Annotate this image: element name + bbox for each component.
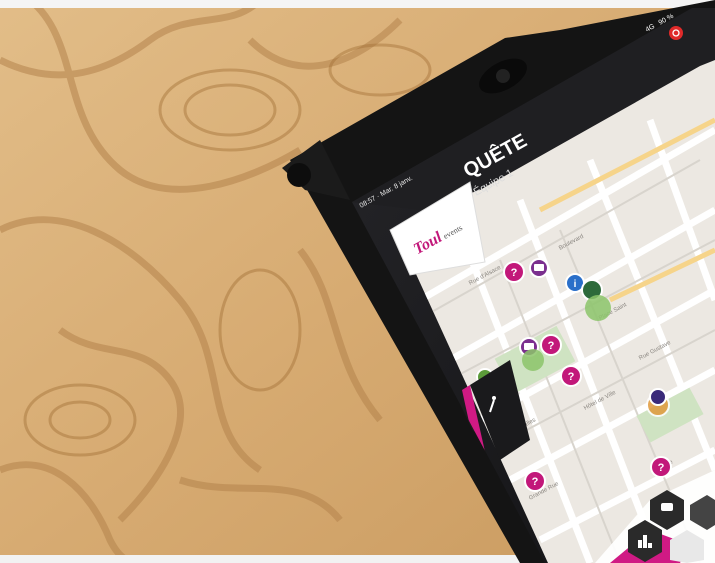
question-marker-icon[interactable]: ? [503, 261, 525, 283]
pin-marker-icon[interactable] [646, 388, 670, 417]
svg-text:i: i [574, 279, 577, 290]
photo-marker-icon[interactable] [529, 258, 549, 278]
question-marker-icon[interactable]: ? [560, 365, 582, 387]
question-marker-icon[interactable]: ? [540, 334, 562, 356]
svg-text:?: ? [548, 340, 555, 352]
power-icon[interactable] [669, 26, 683, 40]
svg-text:?: ? [658, 462, 665, 474]
question-marker-icon[interactable]: ? [650, 456, 672, 478]
svg-text:?: ? [568, 371, 575, 383]
question-marker-icon[interactable]: ? [524, 470, 546, 492]
svg-text:?: ? [532, 476, 539, 488]
svg-text:?: ? [511, 267, 518, 279]
photo-scene: Rue d'Alsace Boulevard Place Saint Rue d… [0, 0, 715, 563]
